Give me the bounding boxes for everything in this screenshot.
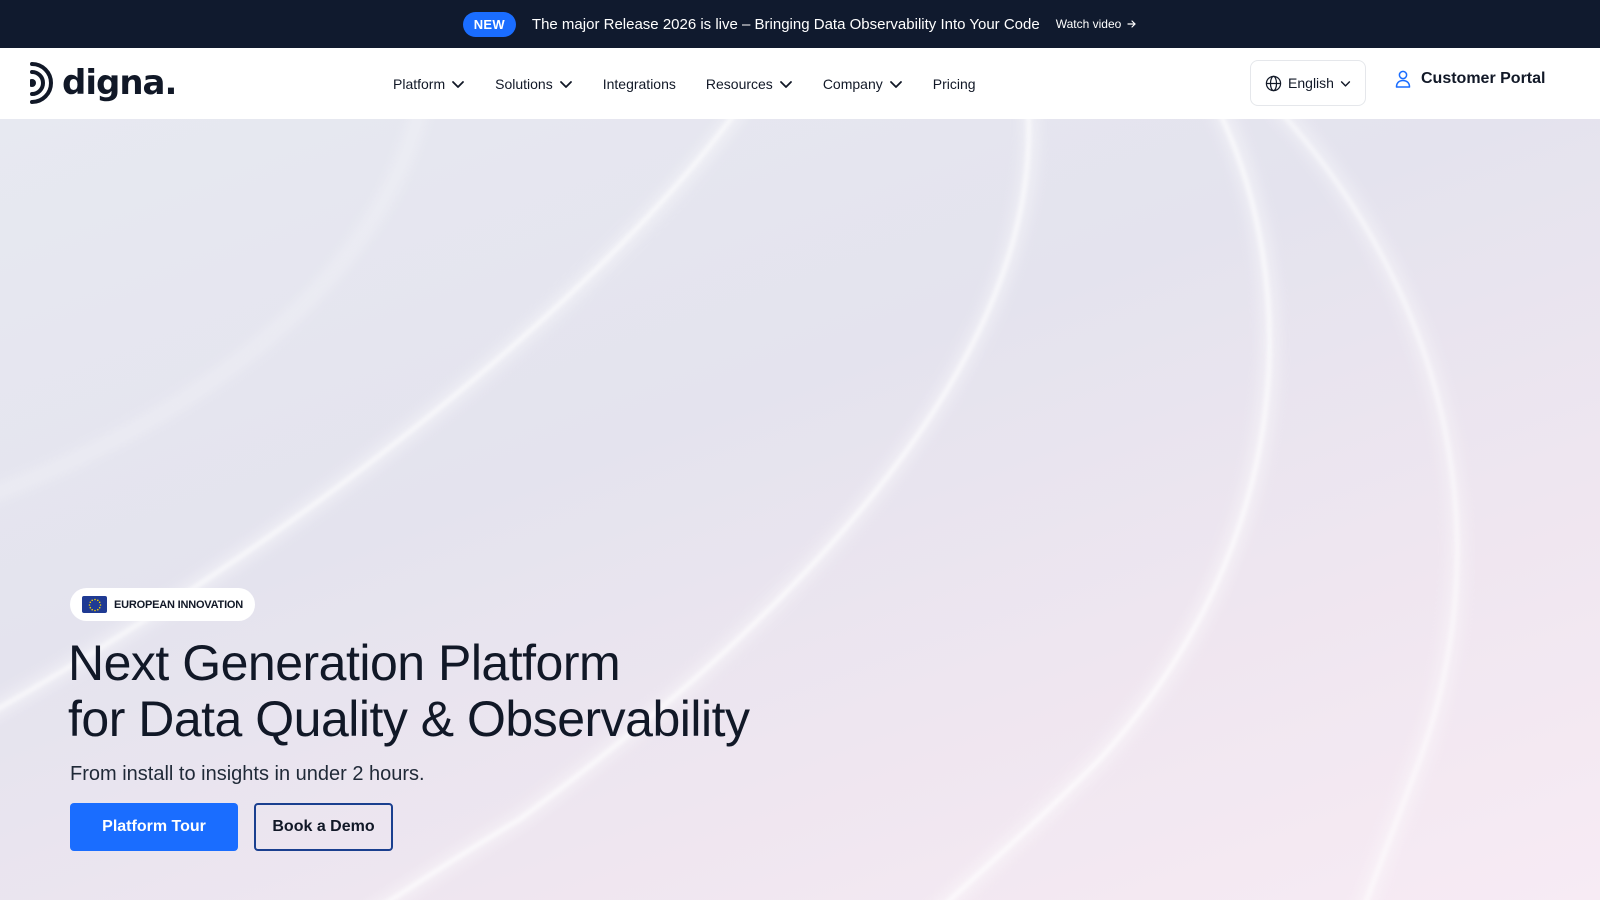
chevron-down-icon (559, 80, 572, 88)
nav-label: Platform (393, 75, 446, 92)
digna-logo[interactable]: digna. (30, 60, 177, 106)
nav-item-platform[interactable]: Platform (393, 76, 465, 92)
hero-section: EUROPEAN INNOVATION Next Generation Plat… (0, 119, 1600, 900)
nav-label: Pricing (932, 75, 976, 92)
primary-menu: Platform Solutions Integrations Resource… (393, 48, 976, 119)
hero-headline: Next Generation Platform for Data Qualit… (68, 635, 968, 747)
globe-icon (1265, 75, 1282, 91)
book-demo-button[interactable]: Book a Demo (254, 803, 393, 851)
nav-label: Integrations (602, 75, 676, 92)
main-navbar: digna. Platform Solutions Integrations R… (0, 48, 1600, 119)
headline-line-2: for Data Quality & Observability (68, 691, 750, 747)
nav-label: Company (822, 75, 883, 92)
chevron-down-icon (452, 80, 465, 88)
announcement-bar: NEW The major Release 2026 is live – Bri… (0, 0, 1600, 48)
language-selector[interactable]: English (1250, 60, 1366, 106)
eu-flag-icon (82, 596, 107, 613)
announcement-message: The major Release 2026 is live – Bringin… (531, 15, 1040, 33)
new-badge: NEW (462, 11, 516, 37)
nav-item-company[interactable]: Company (823, 76, 903, 92)
chevron-down-icon (779, 80, 792, 88)
nav-label: Resources (705, 75, 773, 92)
chevron-down-icon (1340, 80, 1351, 87)
portal-label: Customer Portal (1421, 70, 1546, 87)
nav-item-resources[interactable]: Resources (706, 76, 793, 92)
watch-video-label: Watch video (1055, 17, 1122, 31)
chevron-down-icon (889, 80, 902, 88)
platform-tour-button[interactable]: Platform Tour (70, 803, 238, 851)
european-innovation-badge: EUROPEAN INNOVATION (70, 588, 256, 621)
nav-item-solutions[interactable]: Solutions (495, 76, 573, 92)
nav-item-pricing[interactable]: Pricing (933, 76, 976, 92)
badge-label: EUROPEAN INNOVATION (114, 598, 244, 611)
arrow-right-icon (1127, 20, 1137, 28)
nav-item-integrations[interactable]: Integrations (603, 76, 676, 92)
hero-subline: From install to insights in under 2 hour… (70, 763, 425, 785)
nav-label: Solutions (495, 75, 553, 92)
customer-portal-link[interactable]: Customer Portal (1395, 70, 1545, 88)
user-icon (1395, 70, 1411, 88)
logo-wordmark: digna. (62, 63, 177, 103)
headline-line-1: Next Generation Platform (68, 635, 621, 691)
logo-mark-icon (30, 62, 53, 104)
watch-video-link[interactable]: Watch video (1056, 17, 1138, 31)
language-label: English (1288, 75, 1334, 91)
